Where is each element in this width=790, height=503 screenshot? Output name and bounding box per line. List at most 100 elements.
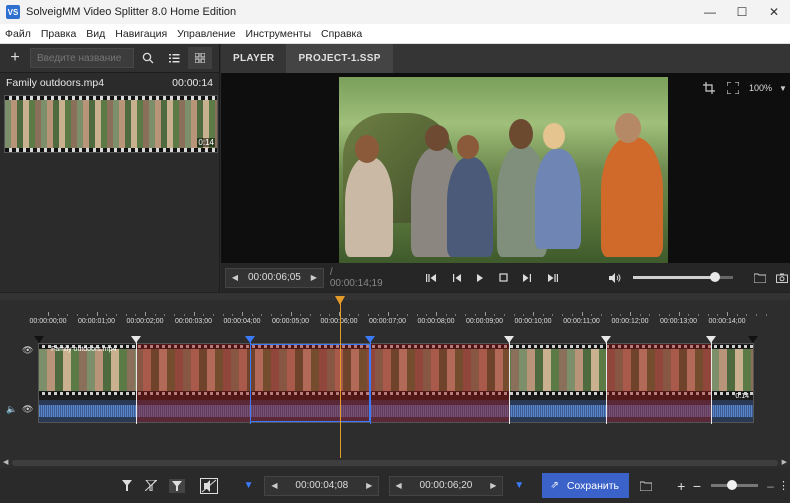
zoom-slider-knob[interactable] [727,480,738,490]
volume-knob[interactable] [709,272,720,282]
out-time-next-icon[interactable]: ▶ [484,481,502,490]
person-head [425,125,449,151]
ruler-tick-label: 00:00:12;00 [611,318,649,325]
menu-file[interactable]: Файл [0,24,36,44]
timeline-scrollbar[interactable]: ◀ ▶ [0,458,790,468]
scrollbar-thumb[interactable] [12,460,778,466]
search-icon[interactable] [136,47,160,69]
scroll-right-icon[interactable]: ▶ [782,458,787,466]
excluded-segment[interactable] [606,344,711,422]
zoom-level[interactable]: 100% [749,83,772,93]
video-frame[interactable] [339,77,668,263]
close-button[interactable]: ✕ [758,0,790,24]
exclude-fragment-icon[interactable] [199,475,219,497]
menu-edit[interactable]: Правка [36,24,81,44]
video-visibility-icon[interactable]: 👁 [22,345,33,356]
remove-marker-icon[interactable] [138,475,164,497]
search-input[interactable] [30,48,134,68]
snapshot-icon[interactable] [774,268,790,288]
more-options-icon[interactable]: ⋮ [777,475,790,497]
scroll-left-icon[interactable]: ◀ [3,458,8,466]
tab-player[interactable]: PLAYER [221,44,286,73]
ruler-minor-tick [746,314,748,316]
segment-marker[interactable] [509,338,510,424]
cut-fragment-icon[interactable] [164,475,190,497]
output-folder-icon[interactable] [636,475,655,497]
zoom-out-small-icon[interactable]: – [764,475,777,497]
menu-bar: Файл Правка Вид Навигация Управление Инс… [0,24,790,44]
marker-out-time[interactable]: 00:00:06;20 [408,480,485,491]
timeline-zoom-slider[interactable] [711,480,758,490]
playhead-line[interactable] [340,302,341,458]
prev-marker-icon[interactable] [423,268,439,288]
panel-splitter[interactable] [0,292,790,300]
in-time-prev-icon[interactable]: ◀ [265,481,283,490]
segment-marker[interactable] [711,338,712,424]
ruler-minor-tick [736,314,738,316]
play-icon[interactable] [472,268,488,288]
segment-marker[interactable] [250,338,251,424]
volume-slider[interactable] [632,272,733,282]
open-folder-icon[interactable] [752,268,768,288]
segment-marker-head[interactable] [706,336,716,343]
menu-navigation[interactable]: Навигация [110,24,172,44]
track-end-marker[interactable] [748,336,758,343]
audio-visibility-icon[interactable]: 👁 [22,404,33,415]
save-label: Сохранить [566,479,620,492]
segment-marker-head[interactable] [245,336,255,343]
timeline-ruler[interactable]: 00:00:00;00 00:00:01;00 00:00:02;00 00:00:0… [30,308,767,332]
next-marker-icon[interactable] [545,268,561,288]
current-time-box[interactable]: ◀ 00:00:06;05 ▶ [225,267,324,288]
in-time-next-icon[interactable]: ▶ [360,481,378,490]
video-player: 100% ▼ [221,73,790,263]
menu-help[interactable]: Справка [316,24,367,44]
zoom-out-icon[interactable]: − [689,475,706,497]
add-marker-icon[interactable] [115,475,137,497]
audio-mute-icon[interactable]: 🔈 [6,404,17,415]
video-track[interactable]: Family outdoors.mp4 0:14 [34,336,758,424]
minimize-button[interactable]: — [694,0,726,24]
segment-marker-head[interactable] [131,336,141,343]
list-view-icon[interactable] [162,47,186,69]
time-prev-icon[interactable]: ◀ [226,273,244,282]
maximize-button[interactable]: ☐ [726,0,758,24]
segment-marker-head[interactable] [504,336,514,343]
tab-project[interactable]: PROJECT-1.SSP [286,44,393,73]
stop-icon[interactable] [496,268,512,288]
marker-in-time-box[interactable]: ◀ 00:00:04;08 ▶ [264,475,380,496]
ruler-minor-tick [513,314,515,316]
selected-segment[interactable] [250,344,370,422]
menu-tools[interactable]: Инструменты [241,24,316,44]
segment-marker[interactable] [606,338,607,424]
segment-marker[interactable] [136,338,137,424]
volume-icon[interactable] [606,268,622,288]
ruler-minor-tick [397,314,399,316]
marker-out-icon[interactable]: ▼ [511,475,528,497]
segment-marker[interactable] [370,338,371,424]
segment-marker-head[interactable] [601,336,611,343]
crop-icon[interactable] [697,77,721,99]
save-button[interactable]: ⇗ Сохранить [542,473,630,498]
menu-view[interactable]: Вид [81,24,110,44]
fullscreen-icon[interactable] [721,77,745,99]
ruler-tick [727,312,728,316]
time-next-icon[interactable]: ▶ [305,273,323,282]
track-start-marker[interactable] [34,336,44,343]
segment-marker-head[interactable] [365,336,375,343]
marker-out-time-box[interactable]: ◀ 00:00:06;20 ▶ [388,475,504,496]
add-file-button[interactable]: + [0,49,30,67]
file-thumbnail[interactable]: 0:14 [4,95,218,153]
ruler-minor-tick [707,314,709,316]
zoom-in-icon[interactable]: + [674,475,689,497]
zoom-dropdown-icon[interactable]: ▼ [776,77,790,99]
prev-frame-icon[interactable] [448,268,464,288]
menu-control[interactable]: Управление [172,24,240,44]
marker-in-time[interactable]: 00:00:04;08 [283,480,360,491]
marker-in-icon[interactable]: ▼ [240,475,257,497]
out-time-prev-icon[interactable]: ◀ [390,481,408,490]
grid-view-icon[interactable] [188,47,212,69]
ruler-minor-tick [115,314,117,316]
next-frame-icon[interactable] [519,268,535,288]
ruler-minor-tick [125,314,127,316]
current-time[interactable]: 00:00:06;05 [244,272,305,283]
